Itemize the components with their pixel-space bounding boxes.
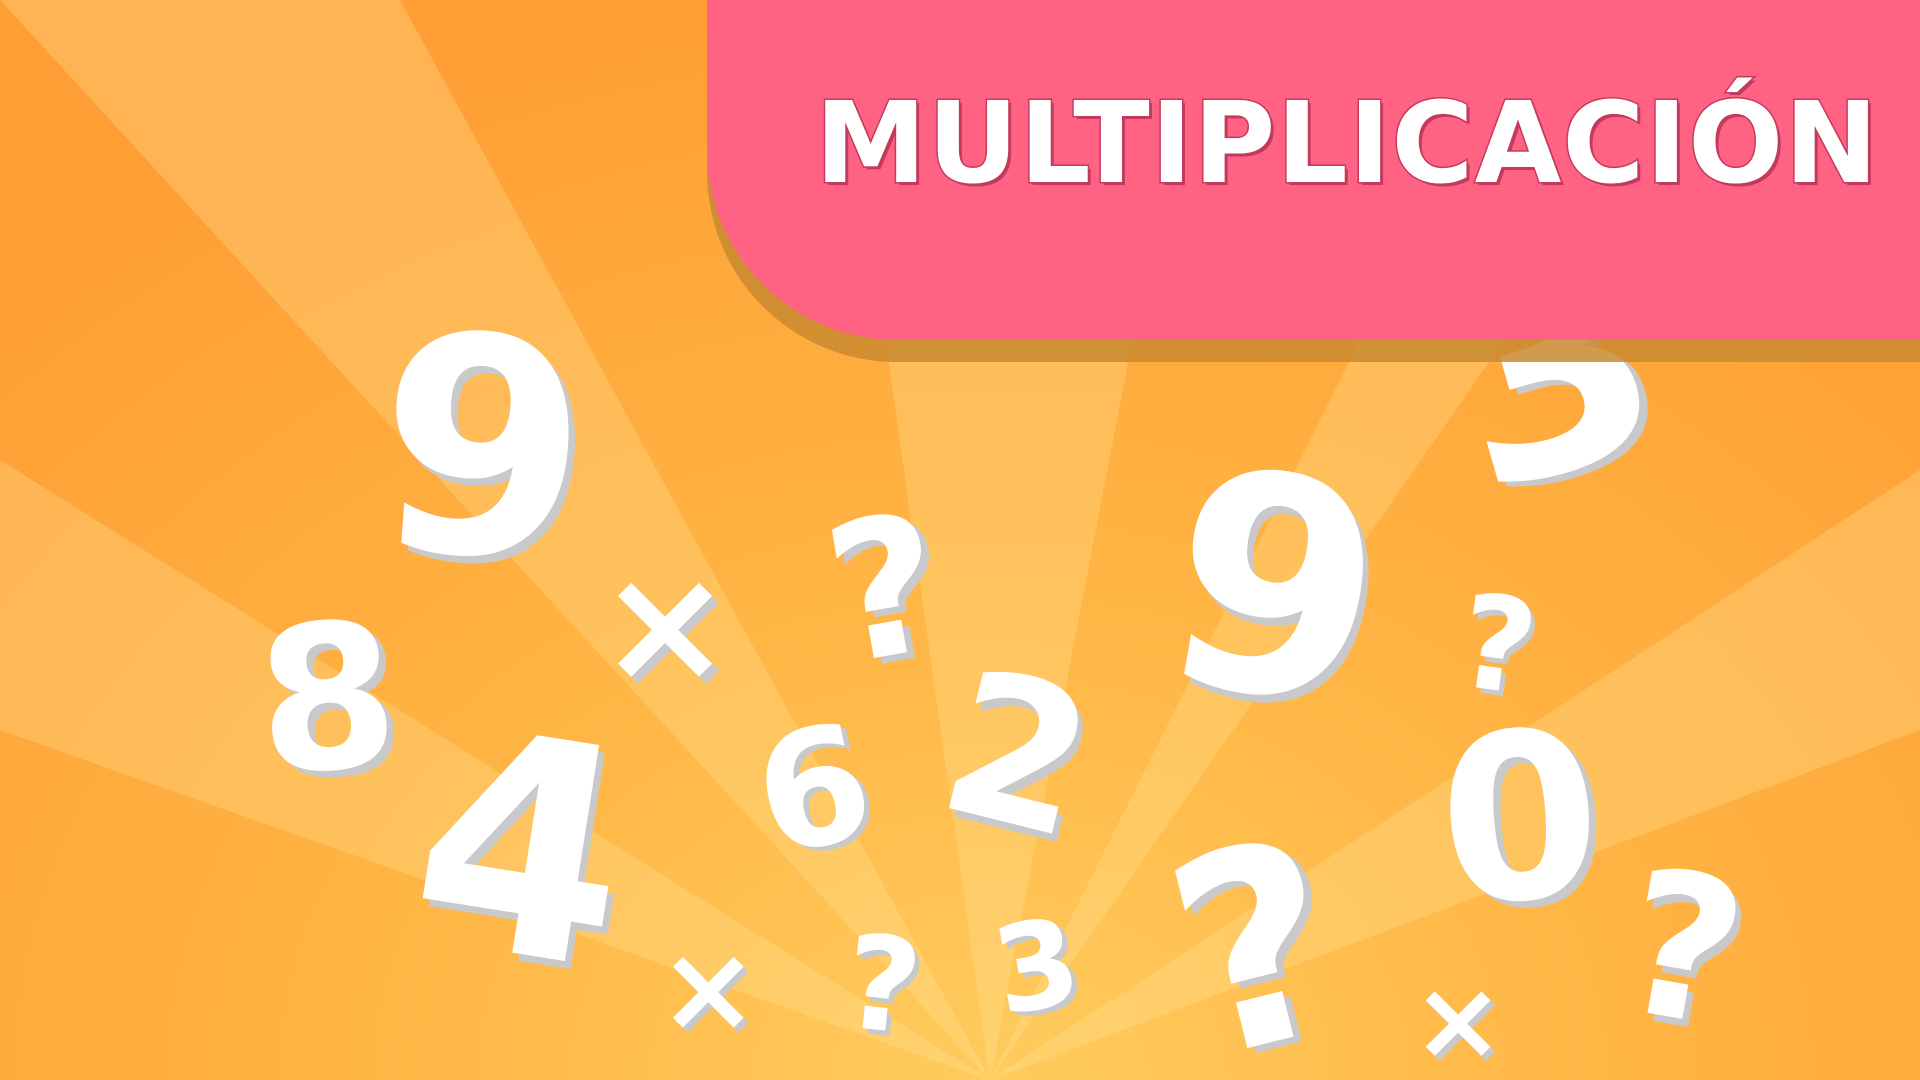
times-symbol-bottom-left: × (658, 920, 759, 1059)
digit-nine-left: 9 (366, 268, 599, 631)
times-symbol-upper: × (598, 531, 733, 718)
digit-eight: 8 (250, 578, 406, 821)
times-symbol-bottom-right: × (1412, 956, 1505, 1080)
digit-zero: 0 (1430, 680, 1610, 959)
banner-title: MULTIPLICACIÓN (813, 79, 1880, 209)
title-screen: 9 × ? 9 3 8 ? 6 2 0 4 × ? 3 ? × ? MULTIP… (0, 0, 1920, 1080)
question-mark-bottom-small: ? (837, 905, 929, 1065)
